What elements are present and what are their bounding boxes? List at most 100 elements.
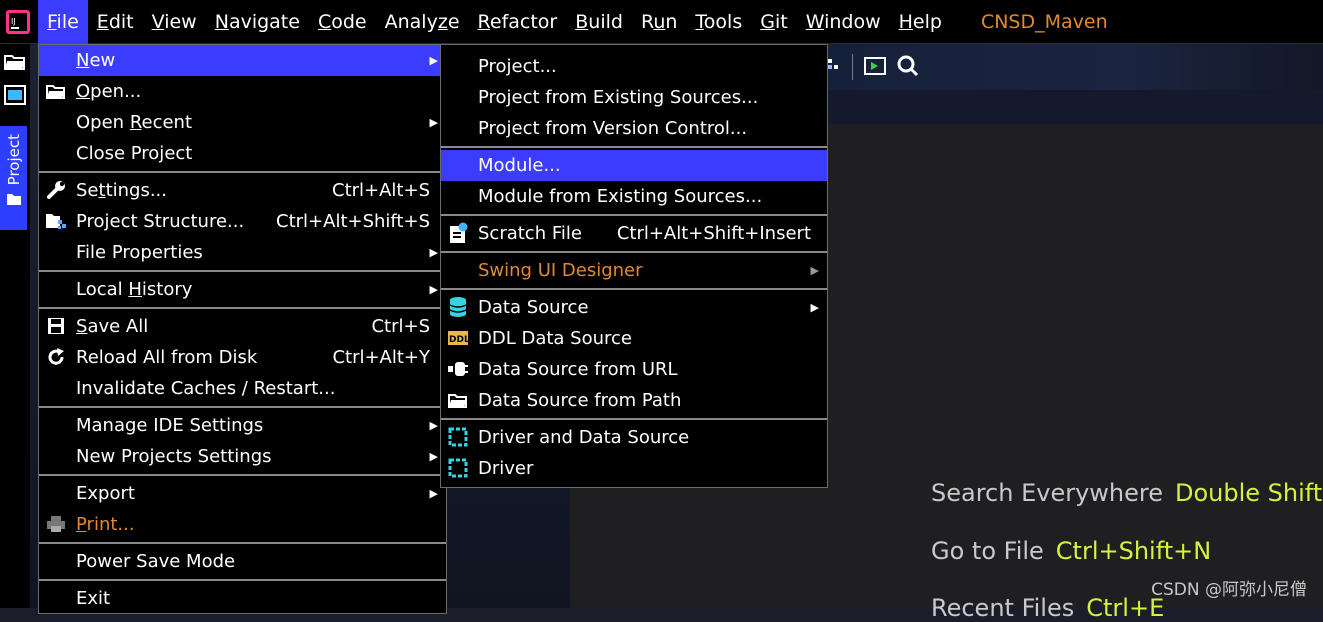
menu-separator <box>39 542 446 544</box>
menu-item-save-all[interactable]: Save All Ctrl+S <box>39 311 446 342</box>
menu-separator <box>39 579 446 581</box>
printer-icon <box>45 513 67 535</box>
menu-label-part: Analy <box>384 10 438 33</box>
menu-label-part: uild <box>588 10 623 33</box>
menu-item-file-properties[interactable]: File Properties ▶ <box>39 237 446 268</box>
menu-item-data-source[interactable]: Data Source ▶ <box>441 292 827 323</box>
watermark: CSDN @阿弥小尼僧 <box>1151 580 1307 600</box>
menu-item-close-project[interactable]: Close Project <box>39 138 446 169</box>
plug-icon <box>447 358 469 380</box>
menu-item-new-project[interactable]: Project... <box>441 51 827 82</box>
item-label: Project Structure... <box>76 211 245 232</box>
menu-help[interactable]: Help <box>890 0 951 44</box>
structure-icon[interactable] <box>826 56 840 74</box>
item-label: Export <box>76 483 135 504</box>
submenu-arrow-icon: ▶ <box>429 487 438 500</box>
driver-icon <box>447 457 469 479</box>
menu-item-open-recent[interactable]: Open Recent ▶ <box>39 107 446 138</box>
shortcut: Ctrl+Alt+Shift+Insert <box>616 223 811 244</box>
menu-item-data-source-from-path[interactable]: Data Source from Path <box>441 385 827 416</box>
item-label: Data Source <box>478 297 589 318</box>
menu-refactor[interactable]: Refactor <box>469 0 567 44</box>
menu-item-invalidate-caches[interactable]: Invalidate Caches / Restart... <box>39 373 446 404</box>
menu-view[interactable]: View <box>143 0 206 44</box>
menu-tools[interactable]: Tools <box>686 0 751 44</box>
menu-item-exit[interactable]: Exit <box>39 583 446 614</box>
menu-navigate[interactable]: Navigate <box>206 0 309 44</box>
menu-analyze[interactable]: Analyze <box>376 0 469 44</box>
menu-separator <box>441 214 827 216</box>
menu-item-reload-from-disk[interactable]: Reload All from Disk Ctrl+Alt+Y <box>39 342 446 373</box>
open-folder-icon[interactable] <box>0 44 30 78</box>
menu-bar: IJ File Edit View Navigate Code Analyze … <box>0 0 1323 44</box>
label-part: rint... <box>86 514 135 535</box>
menu-mnemonic: F <box>47 10 57 33</box>
menu-mnemonic: N <box>214 10 229 33</box>
window-icon[interactable] <box>0 78 30 112</box>
menu-edit[interactable]: Edit <box>88 0 143 44</box>
menu-git[interactable]: Git <box>751 0 796 44</box>
menu-window[interactable]: Window <box>797 0 890 44</box>
item-label: New Projects Settings <box>76 446 272 467</box>
menu-item-driver-and-data-source[interactable]: Driver and Data Source <box>441 422 827 453</box>
menu-item-project-from-existing-sources[interactable]: Project from Existing Sources... <box>441 82 827 113</box>
item-label: Module... <box>478 155 561 176</box>
open-folder-icon <box>45 80 67 102</box>
mnemonic: P <box>76 514 87 535</box>
item-label: Power Save Mode <box>76 551 236 572</box>
menu-mnemonic: V <box>151 10 165 33</box>
menu-file[interactable]: File <box>38 0 88 44</box>
project-tool-window-tab[interactable]: Project <box>0 126 27 230</box>
menu-mnemonic: W <box>805 10 825 33</box>
menu-separator <box>441 251 827 253</box>
label-part: ecent <box>141 112 193 133</box>
menu-mnemonic: G <box>760 10 775 33</box>
mnemonic: R <box>129 112 142 133</box>
menu-item-settings[interactable]: Settings... Ctrl+Alt+S <box>39 175 446 206</box>
folder-icon <box>6 191 22 210</box>
menu-item-swing-ui-designer[interactable]: Swing UI Designer ▶ <box>441 255 827 286</box>
menu-separator <box>441 146 827 148</box>
submenu-arrow-icon: ▶ <box>810 264 819 277</box>
mnemonic: S <box>76 316 88 337</box>
menu-item-new[interactable]: New ▶ <box>39 45 446 76</box>
menu-item-scratch-file[interactable]: Scratch File Ctrl+Alt+Shift+Insert <box>441 218 827 249</box>
menu-item-data-source-from-url[interactable]: Data Source from URL <box>441 354 827 385</box>
menu-item-new-projects-settings[interactable]: New Projects Settings ▶ <box>39 441 446 472</box>
run-console-icon[interactable] <box>864 56 886 76</box>
menu-item-ddl-data-source[interactable]: DDL DDL Data Source <box>441 323 827 354</box>
divider <box>852 54 853 80</box>
item-label: Module from Existing Sources... <box>478 186 763 207</box>
menu-item-open[interactable]: Open... <box>39 76 446 107</box>
label-part: Open <box>76 112 130 133</box>
menu-item-manage-ide-settings[interactable]: Manage IDE Settings ▶ <box>39 410 446 441</box>
menu-item-print[interactable]: Print... <box>39 509 446 540</box>
menu-item-driver[interactable]: Driver <box>441 453 827 484</box>
item-label: Driver and Data Source <box>478 427 690 448</box>
menu-build[interactable]: Build <box>566 0 632 44</box>
hint-go-to-file: Go to File Ctrl+Shift+N <box>931 537 1211 565</box>
menu-item-export[interactable]: Export ▶ <box>39 478 446 509</box>
submenu-arrow-icon: ▶ <box>429 283 438 296</box>
menu-code[interactable]: Code <box>309 0 376 44</box>
item-label: Invalidate Caches / Restart... <box>76 378 336 399</box>
svg-text:DDL: DDL <box>449 335 469 345</box>
menu-item-module-from-existing-sources[interactable]: Module from Existing Sources... <box>441 181 827 212</box>
item-label: Exit <box>76 588 111 609</box>
menu-item-power-save-mode[interactable]: Power Save Mode <box>39 546 446 577</box>
save-icon <box>45 315 67 337</box>
menu-run[interactable]: Run <box>632 0 686 44</box>
menu-item-local-history[interactable]: Local History ▶ <box>39 274 446 305</box>
menu-label-part: n <box>665 10 678 33</box>
menu-item-project-structure[interactable]: Project Structure... Ctrl+Alt+Shift+S <box>39 206 446 237</box>
hint-shortcut: Ctrl+Shift+N <box>1055 537 1212 565</box>
intellij-logo-icon: IJ <box>4 8 32 36</box>
search-icon[interactable] <box>896 54 920 78</box>
menu-mnemonic: E <box>96 10 109 33</box>
hint-label: Go to File <box>931 537 1044 565</box>
menu-label-part: dit <box>108 10 134 33</box>
item-label: Swing UI Designer <box>478 260 643 281</box>
open-folder-icon <box>447 389 469 411</box>
menu-item-module[interactable]: Module... <box>441 150 827 181</box>
menu-item-project-from-vcs[interactable]: Project from Version Control... <box>441 113 827 144</box>
